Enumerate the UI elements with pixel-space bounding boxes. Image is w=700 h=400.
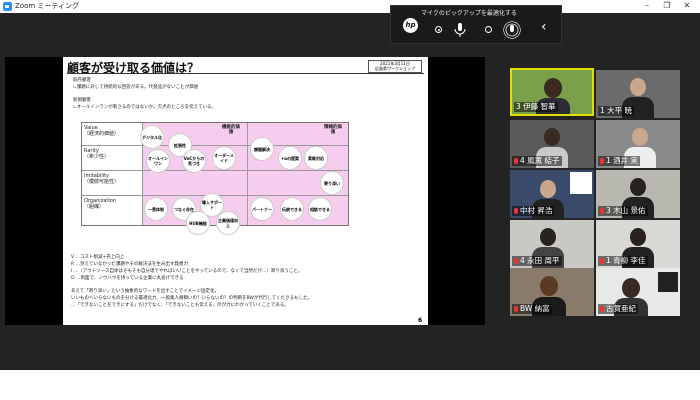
row-label: Value （経済的価値） <box>84 125 120 137</box>
participant-name: 3 伊藤 智華 <box>514 102 558 112</box>
avatar <box>540 180 556 198</box>
value-bubble: VoCからの気づき <box>182 149 206 173</box>
avatar <box>630 228 646 246</box>
title-rule <box>67 73 424 74</box>
row-label: Organization （組織） <box>84 198 116 210</box>
participant-tile[interactable]: 4 風薫 結子 <box>510 120 594 168</box>
note-line: …「できないことをできにする」だけでなく、「できないことも伝える」のが力にわかっ… <box>71 303 289 308</box>
row-label: Rarity （希少性） <box>84 148 110 160</box>
participant-tile[interactable]: BW 納富 <box>510 268 594 316</box>
value-bubble: 相談できる <box>308 197 332 221</box>
mic-near-icon[interactable] <box>451 21 469 39</box>
value-bubble: オールインワン <box>146 149 170 173</box>
note-line: あえて「寄り添い」という抽象的なワードを出すことでイメージ固定化。 <box>71 289 220 294</box>
hp-logo-icon: hp <box>403 18 418 33</box>
value-bubble: パートナー <box>250 197 274 221</box>
matrix-divider <box>82 145 348 146</box>
new-customer-heading: 新規顧客 <box>73 98 91 103</box>
participant-name: 3 木山 景佑 <box>598 206 648 216</box>
minimize-icon[interactable]: – <box>640 0 654 13</box>
value-bubble: 課題解決 <box>250 137 274 161</box>
value-bubble: 伝統できる <box>280 197 304 221</box>
avatar <box>544 128 560 146</box>
mic-option-radio-1[interactable] <box>435 26 442 33</box>
participant-name: 1 酒井 実 <box>598 156 641 166</box>
participant-name: 1 青柳 李佳 <box>598 256 648 266</box>
mic-pickup-label: マイクのピックアップを最適化する <box>421 10 517 17</box>
value-bubble: HUB機能 <box>186 211 210 235</box>
close-icon[interactable]: ✕ <box>680 0 694 13</box>
participant-tile[interactable]: 古賀亜紀 <box>596 268 680 316</box>
qr-code-icon <box>570 172 592 194</box>
row-label: Imitability （模倣可能性） <box>84 173 120 185</box>
note-line: R …見えていなかった課題やその解決法を生み出す発想力 <box>71 262 188 267</box>
value-bubble: 寄り添い <box>320 171 344 195</box>
participant-tile[interactable]: 3 木山 景佑 <box>596 170 680 218</box>
participant-name: 4 永田 周平 <box>512 256 562 266</box>
mic-option-radio-2[interactable] <box>485 26 492 33</box>
avatar <box>622 278 640 298</box>
avatar <box>544 78 562 98</box>
avatar <box>632 128 648 146</box>
value-bubble: +αの提案 <box>278 146 302 170</box>
note-line: いいものへいらないものを分ける最適化力…一般集人員頼いの？いらないの？の判断をB… <box>71 296 313 301</box>
participant-tile[interactable]: 4 永田 周平 <box>510 220 594 268</box>
participant-name: 4 風薫 結子 <box>512 156 562 166</box>
participant-name: 古賀亜紀 <box>598 304 638 314</box>
column-heading: 機能的価値 <box>222 125 240 135</box>
value-bubble: 一貫体制 <box>144 197 168 221</box>
matrix-divider <box>82 170 348 171</box>
participant-tile[interactable]: 1 酒井 実 <box>596 120 680 168</box>
zoom-logo-icon <box>3 2 12 11</box>
bottom-area <box>0 370 700 400</box>
vrio-matrix: Value （経済的価値） Rarity （希少性） Imitability （模倣可… <box>81 122 349 235</box>
new-customer-text: ∟オールインワンが刺さるのではないか。欠点のところを伝えている。 <box>73 105 216 110</box>
value-bubble: 柔軟対応 <box>304 146 328 170</box>
note-line: I …（アウトソース自体はそもそも自分達でやればいいことをやっているので、なくて… <box>71 269 303 274</box>
existing-customer-text: ∟課題に対して持続的な回答がある。代替品がないことが価値 <box>73 85 199 90</box>
participant-tile[interactable]: 1 青柳 李佳 <box>596 220 680 268</box>
zoom-window: Zoom ミーティング – ❐ ✕ hp マイクのピックアップを最適化する ‹ … <box>0 0 700 370</box>
value-bubble: デジタル化 <box>140 125 164 149</box>
existing-customer-heading: 既存顧客 <box>73 78 91 83</box>
presentation-slide: 顧客が受け取る価値は？ 2021年3月11日 広島県ワークショップ 既存顧客 ∟… <box>63 57 428 325</box>
matrix-divider <box>247 123 248 225</box>
page-number: 6 <box>418 317 423 324</box>
participant-tile[interactable]: 3 伊藤 智華 <box>510 68 594 116</box>
maximize-icon[interactable]: ❐ <box>660 0 674 13</box>
mic-wide-icon[interactable] <box>503 21 521 39</box>
video-settings-bar: hp マイクのピックアップを最適化する ‹ <box>390 5 562 44</box>
participant-tile[interactable]: 中村 昇浩 <box>510 170 594 218</box>
participant-name: BW 納富 <box>512 304 552 314</box>
slide-date-box: 2021年3月11日 広島県ワークショップ <box>368 60 422 73</box>
qr-code-icon <box>658 272 678 292</box>
avatar <box>630 78 646 96</box>
avatar <box>540 228 556 246</box>
slide-org: 広島県ワークショップ <box>375 66 415 71</box>
note-line: V …コスト削減+売上向上 <box>71 255 125 260</box>
participant-name: 中村 昇浩 <box>512 206 555 216</box>
value-bubble: 企業価値向上 <box>216 211 240 235</box>
title-bar: Zoom ミーティング – ❐ ✕ <box>0 0 700 13</box>
value-bubble: オーダーメイド <box>212 146 236 170</box>
note-line: O …両面で、ノウハウを持っている企業に丸投げできる <box>71 276 184 281</box>
column-heading: 情緒的価値 <box>324 125 342 135</box>
avatar <box>540 276 558 296</box>
participant-name: 1 大平 暁 <box>598 106 635 116</box>
participant-tile[interactable]: 1 大平 暁 <box>596 70 680 118</box>
window-title: Zoom ミーティング <box>15 2 79 10</box>
chevron-left-icon[interactable]: ‹ <box>541 19 547 35</box>
avatar <box>630 178 646 196</box>
